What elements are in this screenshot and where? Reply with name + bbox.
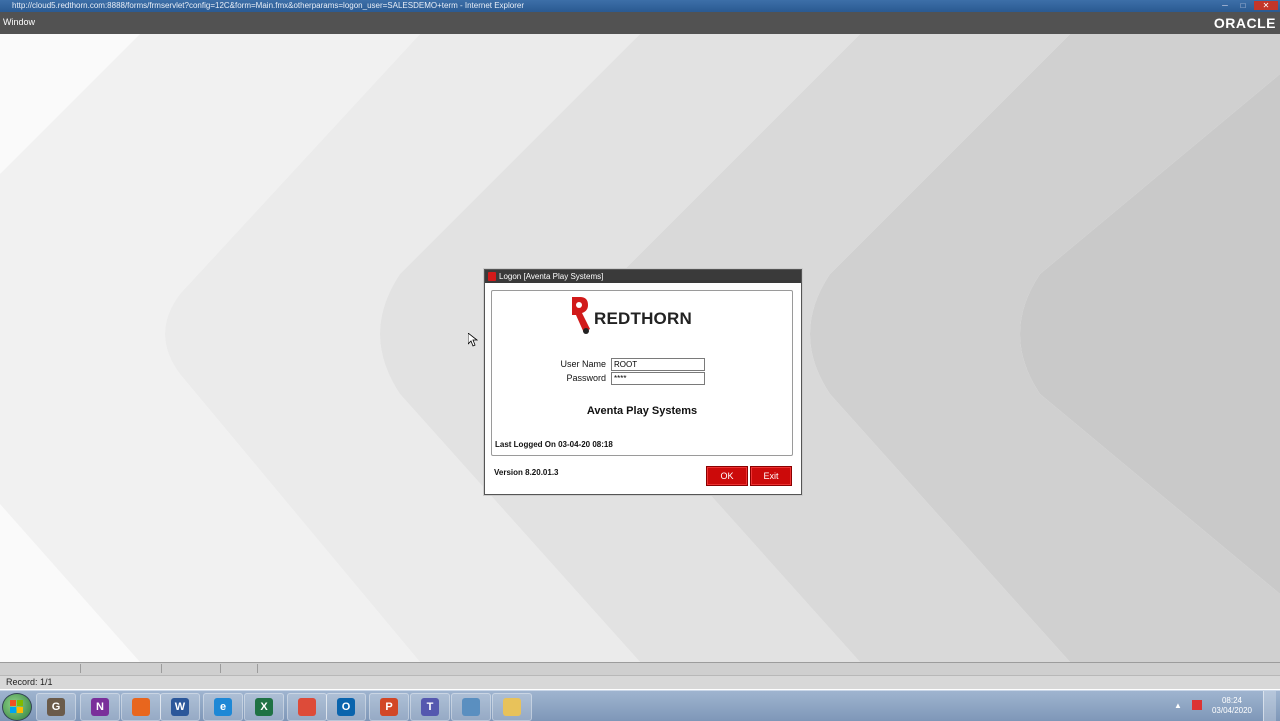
file-explorer-icon [503,698,521,716]
taskbar-app-button[interactable]: W [160,693,200,721]
browser-title: http://cloud5.redthorn.com:8888/forms/fr… [12,1,525,10]
excel-icon: X [255,698,273,716]
gimp-icon: G [47,698,65,716]
record-indicator: Record: 1/1 [6,677,53,687]
password-label: Password [566,373,606,383]
menu-window[interactable]: Window [3,17,35,27]
oracle-logo: ORACLE [1213,15,1276,31]
dialog-title-bar[interactable]: Logon [Aventa Play Systems] [485,270,801,283]
show-desktop-button[interactable] [1263,691,1276,721]
logo-wordmark: REDTHORN [594,309,692,328]
onenote-icon: N [91,698,109,716]
action-center-flag-icon[interactable] [1192,700,1202,710]
status-segment [221,664,258,673]
forms-status-bar [0,662,1280,675]
redthorn-r-icon [572,297,590,334]
taskbar-app-button[interactable]: P [369,693,409,721]
chrome-icon [298,698,316,716]
system-tray: ▲ 08:24 03/04/2020 [1156,691,1276,721]
outlook-icon: O [337,698,355,716]
menu-bar: Window ORACLE [0,12,1280,34]
taskbar-app-button[interactable]: N [80,693,120,721]
record-status-bar: Record: 1/1 [0,675,1280,689]
company-name: Aventa Play Systems [586,405,698,417]
taskbar-app-button[interactable] [451,693,491,721]
status-segment [162,664,221,673]
redthorn-logo: REDTHORN [568,295,698,337]
dialog-title: Logon [Aventa Play Systems] [499,272,604,281]
username-label: User Name [560,359,606,369]
internet-explorer-icon: e [214,698,232,716]
mouse-cursor-icon [468,333,478,347]
word-icon: W [171,698,189,716]
password-field[interactable]: **** [611,372,705,385]
browser-title-bar: http://cloud5.redthorn.com:8888/forms/fr… [0,0,1280,12]
last-logged-on: Last Logged On 03-04-20 08:18 [495,440,613,449]
ok-button[interactable]: OK [706,466,748,486]
logon-panel: REDTHORN User Name ROOT Password **** Av… [491,290,793,456]
windows-taskbar: G N We X O P T ▲ 08:24 03/04/2020 [0,690,1280,721]
exit-button[interactable]: Exit [750,466,792,486]
windows-logo-icon [10,700,23,713]
teams-icon: T [421,698,439,716]
clock-time[interactable]: 08:24 [1210,696,1254,705]
logon-dialog: Logon [Aventa Play Systems] REDTHORN Use… [484,269,802,495]
taskbar-app-button[interactable]: T [410,693,450,721]
version-label: Version 8.20.01.3 [494,468,559,477]
taskbar-app-button[interactable]: O [326,693,366,721]
clock-date[interactable]: 03/04/2020 [1210,706,1254,715]
redthorn-app-icon [488,272,496,281]
start-button[interactable] [2,693,32,721]
minimize-button[interactable]: ─ [1218,1,1232,10]
status-segment [0,664,81,673]
taskbar-app-button[interactable]: e [203,693,243,721]
username-field[interactable]: ROOT [611,358,705,371]
status-segment [81,664,162,673]
taskbar-app-button[interactable]: X [244,693,284,721]
taskbar-app-button[interactable]: G [36,693,76,721]
maximize-button[interactable]: □ [1236,1,1250,10]
taskbar-app-button[interactable] [492,693,532,721]
taskbar-app-button[interactable] [121,693,161,721]
close-button[interactable]: ✕ [1254,1,1278,10]
powerpoint-icon: P [380,698,398,716]
show-hidden-icons-icon[interactable]: ▲ [1174,701,1182,710]
taskbar-app-button[interactable] [287,693,327,721]
app-window-icon [462,698,480,716]
firefox-icon [132,698,150,716]
